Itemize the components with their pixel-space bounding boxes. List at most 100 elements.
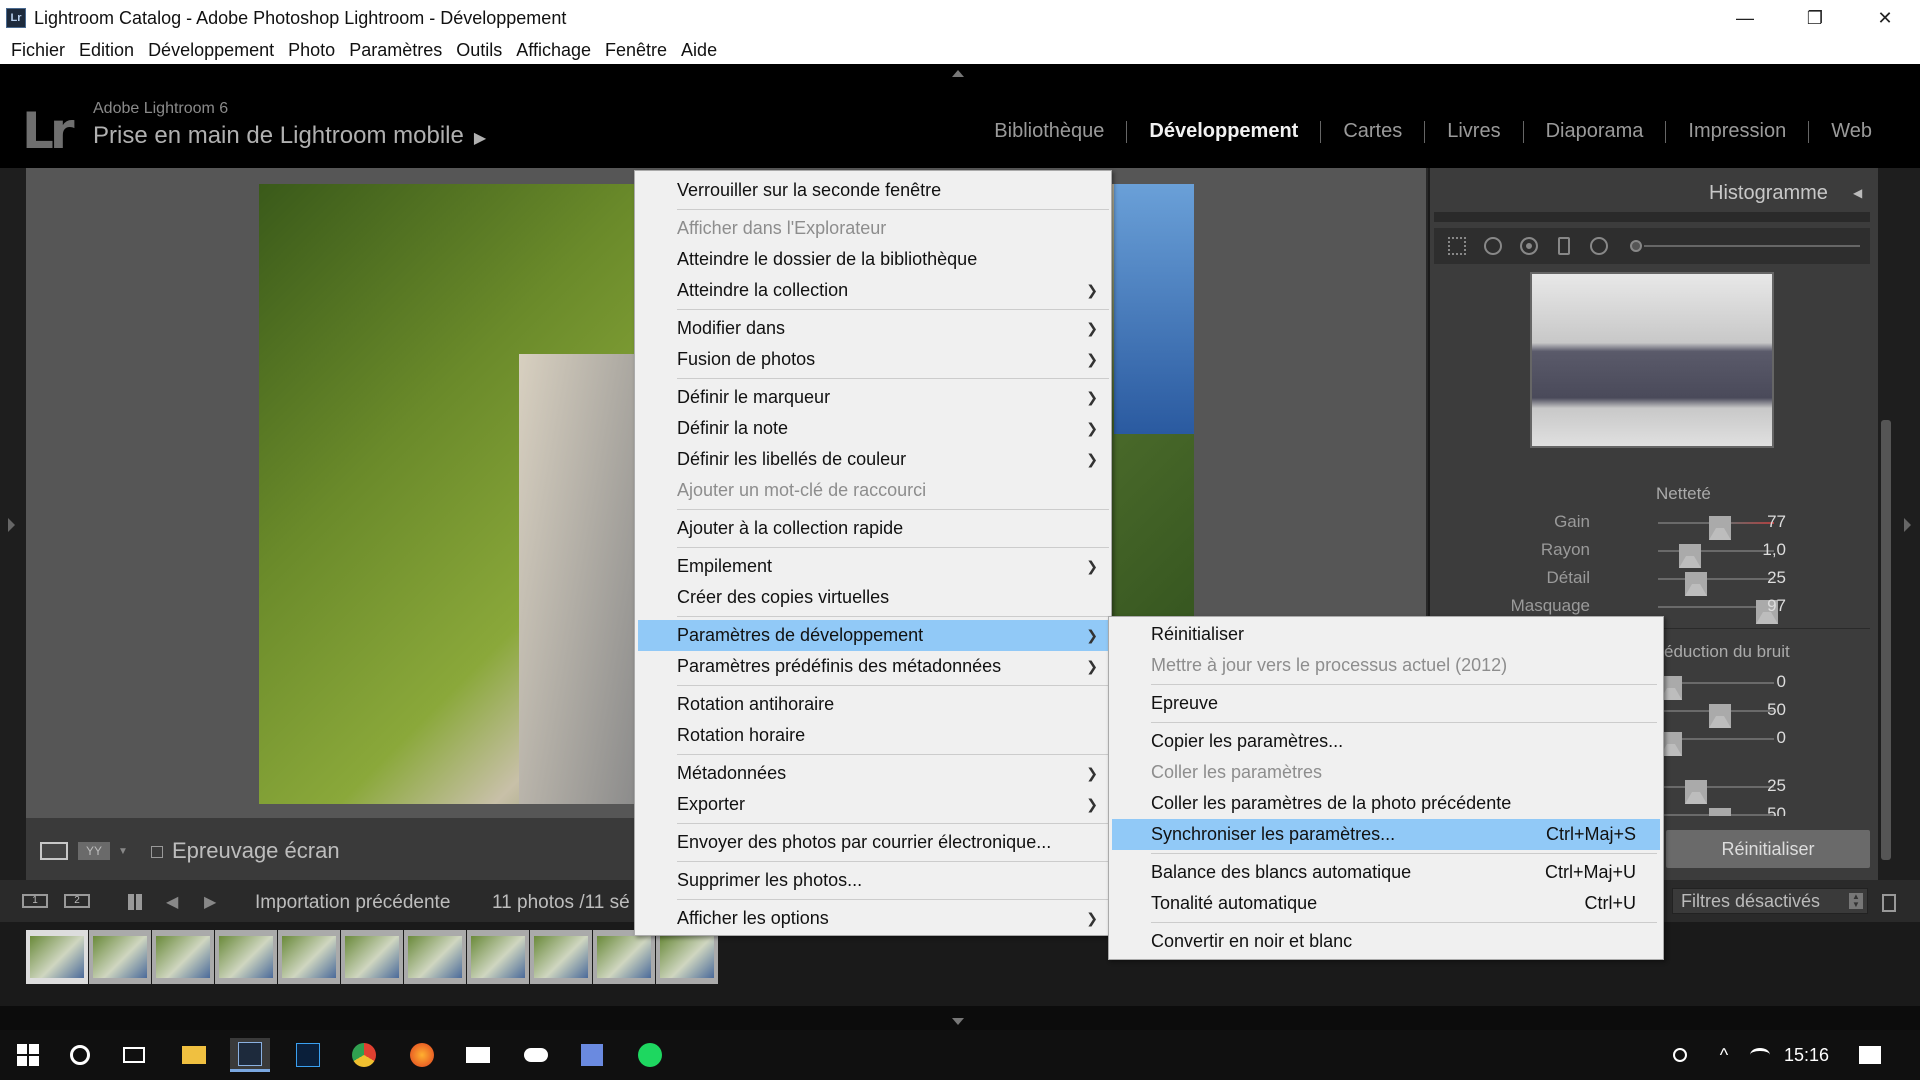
slider-thumb[interactable] [1679,544,1701,568]
top-panel-toggle-icon[interactable] [952,70,964,77]
menu-item-epreuve[interactable]: Epreuve [1112,688,1660,719]
menu-item-empilement[interactable]: Empilement ❯ [638,551,1108,582]
slider-track[interactable] [1658,786,1774,788]
menu-fenetre[interactable]: Fenêtre [598,40,674,61]
module-developpement[interactable]: Développement [1127,120,1320,143]
tool-slider-track[interactable] [1644,245,1860,247]
menu-affichage[interactable]: Affichage [509,40,598,61]
slider-value[interactable]: 77 [1767,512,1786,532]
menu-item-verrouiller-sur-la-seconde-fenetre[interactable]: Verrouiller sur la seconde fenêtre [638,175,1108,206]
menu-item-balance-des-blancs-automatique[interactable]: Balance des blancs automatique Ctrl+Maj+U [1112,857,1660,888]
menu-outils[interactable]: Outils [449,40,509,61]
task-view-icon[interactable] [114,1038,154,1072]
menu-item-rotation-horaire[interactable]: Rotation horaire [638,720,1108,751]
menu-item-tonalite-automatique[interactable]: Tonalité automatique Ctrl+U [1112,888,1660,919]
filter-dropdown[interactable]: Filtres désactivés ▲ ▼ [1672,888,1868,914]
slider-thumb[interactable] [1685,780,1707,804]
close-button[interactable]: ✕ [1850,0,1920,36]
menu-edition[interactable]: Edition [72,40,141,61]
lightroom-taskbar-icon[interactable] [230,1038,270,1072]
identity-plate[interactable]: Prise en main de Lightroom mobile ▶ [93,122,486,150]
minimize-button[interactable]: — [1710,0,1780,36]
module-impression[interactable]: Impression [1666,120,1808,143]
slider-value[interactable]: 0 [1777,728,1786,748]
menu-item-envoyer-des-photos-par-courrier-electronique[interactable]: Envoyer des photos par courrier électron… [638,827,1108,858]
menu-item-modifier-dans[interactable]: Modifier dans ❯ [638,313,1108,344]
menu-item-definir-le-marqueur[interactable]: Définir le marqueur ❯ [638,382,1108,413]
firefox-icon[interactable] [402,1038,442,1072]
slider-thumb[interactable] [1709,704,1731,728]
red-eye-icon[interactable] [1520,237,1538,255]
grid-view-icon[interactable] [128,894,144,910]
bottom-panel-toggle-icon[interactable] [952,1018,964,1025]
app-icon-generic[interactable] [572,1038,612,1072]
slider-thumb[interactable] [1709,516,1731,540]
graduated-filter-icon[interactable] [1558,237,1570,255]
slider-value[interactable]: 25 [1767,568,1786,588]
menu-item-atteindre-la-collection[interactable]: Atteindre la collection ❯ [638,275,1108,306]
slider-track[interactable] [1658,578,1774,580]
menu-parametres[interactable]: Paramètres [342,40,449,61]
menu-photo[interactable]: Photo [281,40,342,61]
spotify-icon[interactable] [630,1038,670,1072]
forward-arrow-icon[interactable]: ▶ [204,892,216,912]
spinner-icon[interactable]: ▲ ▼ [1849,893,1863,909]
slider-thumb[interactable] [1709,808,1731,816]
file-explorer-icon[interactable] [174,1038,214,1072]
menu-item-definir-la-note[interactable]: Définir la note ❯ [638,413,1108,444]
menu-item-afficher-les-options[interactable]: Afficher les options ❯ [638,903,1108,934]
notification-icon[interactable] [1850,1038,1890,1072]
menu-item-metadonnees[interactable]: Métadonnées ❯ [638,758,1108,789]
menu-item-coller-les-parametres-de-la-photo-precedente[interactable]: Coller les paramètres de la photo précéd… [1112,788,1660,819]
spot-removal-icon[interactable] [1484,237,1502,255]
slider-detail[interactable]: Détail 25 [1434,566,1870,596]
menu-item-definir-les-libelles-de-couleur[interactable]: Définir les libellés de couleur ❯ [638,444,1108,475]
filmstrip-thumbnail[interactable] [341,930,403,984]
filter-lock-icon[interactable] [1882,894,1896,912]
module-web[interactable]: Web [1809,120,1894,143]
slider-masquage[interactable]: Masquage 97 [1434,594,1870,624]
photoshop-taskbar-icon[interactable] [288,1038,328,1072]
cortana-icon[interactable] [60,1038,100,1072]
filmstrip-thumbnail[interactable] [467,930,529,984]
before-after-icon[interactable]: YY [78,842,110,860]
left-panel-collapsed[interactable] [0,168,26,880]
menu-item-parametres-de-developpement[interactable]: Paramètres de développement ❯ [638,620,1108,651]
menu-developpement[interactable]: Développement [141,40,281,61]
chrome-icon[interactable] [344,1038,384,1072]
maximize-button[interactable]: ❐ [1780,0,1850,36]
people-icon[interactable] [1660,1038,1700,1072]
filmstrip-thumbnail[interactable] [26,930,88,984]
module-diaporama[interactable]: Diaporama [1524,120,1666,143]
filmstrip-thumbnail[interactable] [530,930,592,984]
slider-rayon[interactable]: Rayon 1,0 [1434,538,1870,568]
detail-preview[interactable] [1530,272,1774,448]
menu-item-creer-des-copies-virtuelles[interactable]: Créer des copies virtuelles [638,582,1108,613]
filmstrip-thumbnail[interactable] [404,930,466,984]
secondary-window-icon[interactable]: 2 [64,894,90,908]
slider-gain[interactable]: Gain 77 [1434,510,1870,540]
softproof-checkbox[interactable] [151,846,163,858]
expand-left-icon[interactable] [8,518,15,532]
menu-item-reinitialiser[interactable]: Réinitialiser [1112,619,1660,650]
chevron-up-icon[interactable]: ^ [1704,1038,1744,1072]
menu-item-copier-les-parametres[interactable]: Copier les paramètres... [1112,726,1660,757]
module-livres[interactable]: Livres [1425,120,1522,143]
filmstrip-thumbnail[interactable] [89,930,151,984]
loupe-view-icon[interactable] [40,842,68,860]
wifi-icon[interactable] [1740,1038,1780,1072]
menu-fichier[interactable]: Fichier [4,40,72,61]
menu-item-ajouter-a-la-collection-rapide[interactable]: Ajouter à la collection rapide [638,513,1108,544]
menu-item-convertir-en-noir-et-blanc[interactable]: Convertir en noir et blanc [1112,926,1660,957]
filmstrip-thumbnail[interactable] [152,930,214,984]
slider-value[interactable]: 50 [1767,700,1786,720]
slider-value[interactable]: 25 [1767,776,1786,796]
slider-track[interactable] [1658,550,1774,552]
brush-icon[interactable] [1630,240,1642,252]
crop-icon[interactable] [1448,237,1466,255]
chevron-down-icon[interactable]: ▼ [118,846,128,857]
filmstrip-thumbnail[interactable] [215,930,277,984]
module-cartes[interactable]: Cartes [1321,120,1424,143]
histogram-collapse-icon[interactable]: ◀ [1853,186,1862,200]
collapse-right-icon[interactable] [1904,518,1911,532]
